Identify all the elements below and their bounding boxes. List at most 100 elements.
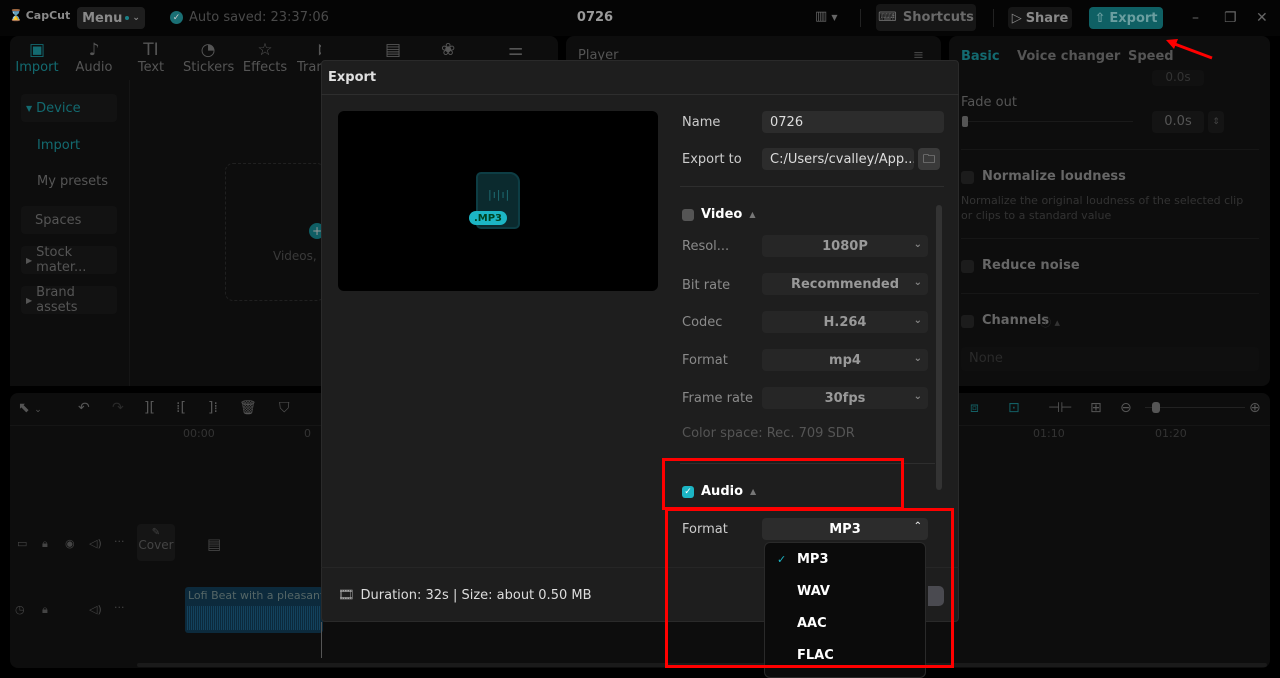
sidebar-item-brand-assets[interactable]: ▶ Brand assets	[21, 285, 117, 315]
zoom-slider[interactable]	[1145, 407, 1245, 408]
volume-icon[interactable]: ◁)	[89, 603, 102, 616]
resolution-select[interactable]: 1080P ⌄	[762, 235, 928, 257]
tool-transitions[interactable]: ⋈Tran	[297, 40, 321, 75]
codec-label: Codec	[682, 315, 723, 330]
chevron-down-icon: ⌄	[913, 239, 922, 250]
fade-in-value[interactable]: 0.0s	[1152, 70, 1204, 86]
video-section-header[interactable]: Video ▲	[682, 207, 756, 222]
sidebar-item-stock-materials[interactable]: ▶ Stock mater...	[21, 245, 117, 275]
autosave-status: ✓ Auto saved: 23:37:06	[170, 10, 329, 25]
sidebar-item-spaces[interactable]: Spaces	[21, 206, 117, 234]
fade-out-slider-handle[interactable]	[962, 116, 968, 127]
capcut-logo: ⌛ CapCut	[9, 9, 71, 22]
delete-icon[interactable]: 🗑	[239, 400, 257, 416]
zoom-in-icon[interactable]: ⊕	[1249, 400, 1261, 416]
split-right-icon[interactable]: ]⁞	[208, 400, 218, 416]
channels-select[interactable]: None	[961, 347, 1259, 371]
filters-icon[interactable]: ❀	[441, 40, 455, 60]
stickers-icon: ◔	[200, 40, 216, 60]
video-format-label: Format	[682, 353, 728, 368]
help-icon[interactable]: ⓘ ▴	[1040, 314, 1060, 330]
redo-icon[interactable]: ↷	[112, 400, 124, 416]
caret-right-icon: ▶	[26, 255, 33, 265]
tab-basic[interactable]: Basic	[961, 49, 1000, 64]
fade-out-slider[interactable]	[965, 121, 1133, 122]
shortcuts-button[interactable]: ⌨ Shortcuts	[876, 4, 976, 31]
export-path-input[interactable]: C:/Users/cvalley/App...	[762, 148, 914, 170]
name-input[interactable]: 0726	[762, 111, 944, 133]
audio-icon: ♪	[88, 40, 100, 60]
check-circle-icon: ✓	[170, 11, 183, 24]
playhead[interactable]	[321, 622, 322, 658]
zoom-out-icon[interactable]: ⊖	[1120, 400, 1132, 416]
sidebar-item-device[interactable]: ▼ Device	[21, 94, 117, 122]
select-tool-icon[interactable]: ⬉ ⌄	[18, 400, 42, 416]
zoom-slider-handle[interactable]	[1152, 402, 1160, 413]
more-icon[interactable]: ···	[114, 601, 125, 614]
tool-audio[interactable]: ♪ Audio	[69, 40, 119, 75]
split-icon[interactable]: ][	[144, 400, 155, 416]
waveform	[187, 606, 321, 630]
divider	[993, 9, 994, 27]
zoom-fit-icon[interactable]: ⊞	[1090, 400, 1102, 416]
annotation-box-format	[665, 508, 954, 668]
eye-icon[interactable]: ◉	[65, 537, 75, 550]
video-track-icon: ▭	[17, 537, 28, 550]
volume-icon[interactable]: ◁)	[89, 537, 102, 550]
video-checkbox[interactable]	[682, 208, 694, 221]
dropzone-text: Videos, a	[273, 249, 323, 263]
fade-out-value[interactable]: 0.0s	[1152, 111, 1204, 133]
lock-icon[interactable]: 🔒︎	[42, 537, 48, 551]
sidebar-item-import[interactable]: Import	[37, 138, 80, 153]
video-format-select[interactable]: mp4 ⌄	[762, 349, 928, 371]
export-summary: 🎞︎ Duration: 32s | Size: about 0.50 MB	[338, 588, 592, 603]
ruler-tick-0: 00:00	[183, 427, 215, 440]
cover-button[interactable]: ✎ Cover	[137, 524, 175, 561]
close-icon[interactable]: ✕	[1256, 10, 1268, 26]
tool-text[interactable]: TI Text	[126, 40, 176, 75]
tool-import[interactable]: ▣ Import	[12, 40, 62, 75]
lock-icon[interactable]: 🔒︎	[42, 603, 48, 617]
import-icon: ▣	[28, 40, 46, 60]
minimize-icon[interactable]: –	[1192, 10, 1199, 26]
link-icon[interactable]: ⊡	[1008, 400, 1020, 416]
magnet-icon[interactable]: ⧈	[970, 400, 979, 416]
chevron-down-icon: ⌄	[132, 13, 140, 23]
tool-effects[interactable]: ☆ Effects	[240, 40, 290, 75]
codec-select[interactable]: H.264 ⌄	[762, 311, 928, 333]
restore-icon[interactable]: ❐	[1224, 10, 1237, 26]
transitions-icon: ⋈	[297, 40, 321, 60]
undo-icon[interactable]: ↶	[78, 400, 90, 416]
split-left-icon[interactable]: ⁞[	[176, 400, 186, 416]
channels-checkbox[interactable]	[961, 315, 974, 328]
edit-icon: ✎	[151, 527, 161, 538]
share-button[interactable]: ▷ Share	[1008, 7, 1072, 29]
stepper-icon[interactable]: ⇕	[1208, 111, 1224, 133]
split-preview-icon[interactable]: ⊣⊢	[1048, 400, 1072, 416]
export-button[interactable]: ⇧ Export	[1089, 7, 1163, 29]
export-to-label: Export to	[682, 152, 742, 167]
audio-clip[interactable]: Lofi Beat with a pleasant	[185, 587, 323, 633]
ai-shield-icon[interactable]: ⛉	[279, 400, 290, 416]
divider	[961, 149, 1259, 150]
more-icon[interactable]: ···	[114, 535, 125, 548]
tab-voice-changer[interactable]: Voice changer	[1017, 49, 1120, 64]
sidebar-item-my-presets[interactable]: My presets	[37, 174, 108, 189]
bitrate-select[interactable]: Recommended ⌄	[762, 273, 928, 295]
arrow-shaft	[1171, 41, 1213, 60]
settings-scrollbar[interactable]	[936, 205, 942, 490]
captions-icon[interactable]: ▤	[385, 40, 401, 60]
ruler-tick-2: 01:10	[1033, 427, 1065, 440]
normalize-description: Normalize the original loudness of the s…	[961, 194, 1244, 222]
layout-icon[interactable]: ▥ ▼	[815, 9, 838, 24]
folder-icon[interactable]: 🗀	[918, 148, 940, 170]
reduce-noise-checkbox[interactable]	[961, 260, 974, 273]
chevron-down-icon: ⌄	[913, 277, 922, 288]
framerate-select[interactable]: 30fps ⌄	[762, 387, 928, 409]
tool-stickers[interactable]: ◔ Stickers	[183, 40, 234, 75]
ruler-tick-3: 01:20	[1155, 427, 1187, 440]
normalize-checkbox[interactable]	[961, 171, 974, 184]
menu-button[interactable]: Menu ⌄	[77, 7, 145, 29]
adjustment-icon[interactable]: ⚌	[508, 40, 523, 60]
share-icon: ▷	[1011, 10, 1022, 26]
